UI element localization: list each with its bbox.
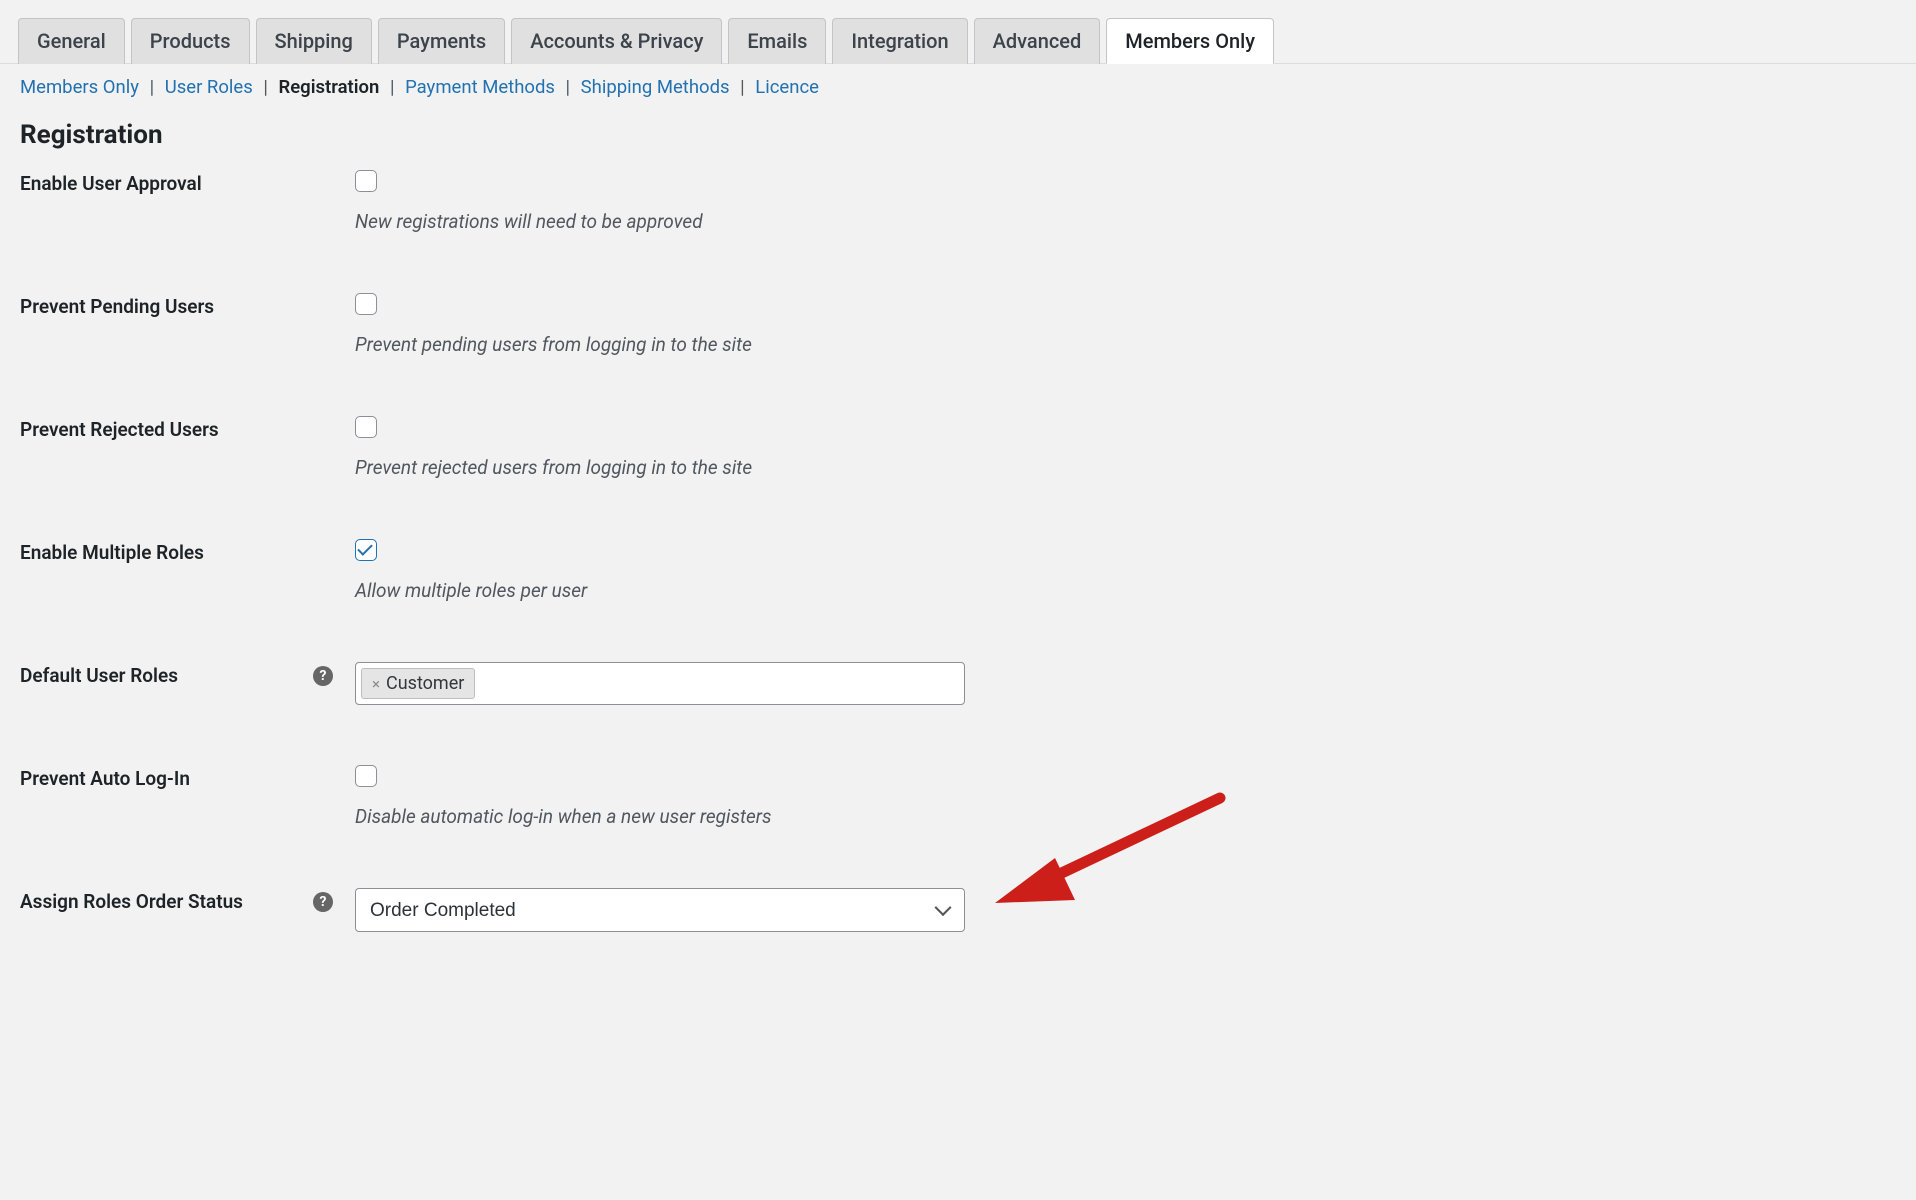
assign-roles-select-wrap: Order Completed [355,888,965,932]
label-text-default-user-roles: Default User Roles [20,664,178,687]
page-title: Registration [0,110,1916,170]
desc-prevent-rejected: Prevent rejected users from logging in t… [355,456,1896,479]
label-prevent-rejected: Prevent Rejected Users [20,416,355,441]
label-default-user-roles: Default User Roles ? [20,662,355,687]
subnav-user-roles[interactable]: User Roles [165,76,253,98]
subnav-members-only[interactable]: Members Only [20,76,139,98]
row-enable-user-approval: Enable User Approval New registrations w… [20,170,1896,233]
checkbox-prevent-pending[interactable] [355,293,377,315]
subnav: Members Only | User Roles | Registration… [0,64,1916,110]
remove-tag-icon[interactable]: × [372,675,380,693]
checkbox-prevent-rejected[interactable] [355,416,377,438]
subnav-shipping-methods[interactable]: Shipping Methods [581,76,730,98]
row-enable-multiple-roles: Enable Multiple Roles Allow multiple rol… [20,539,1896,602]
label-prevent-pending: Prevent Pending Users [20,293,355,318]
tab-advanced[interactable]: Advanced [974,18,1101,64]
role-tag-customer[interactable]: × Customer [361,668,475,699]
row-prevent-rejected: Prevent Rejected Users Prevent rejected … [20,416,1896,479]
tab-emails[interactable]: Emails [728,18,826,64]
subnav-separator: | [734,76,751,98]
tab-members-only[interactable]: Members Only [1106,18,1274,64]
label-assign-roles-order-status: Assign Roles Order Status ? [20,888,355,913]
checkbox-prevent-auto-login[interactable] [355,765,377,787]
label-text-assign-roles: Assign Roles Order Status [20,890,243,913]
subnav-separator: | [257,76,274,98]
checkbox-enable-multiple-roles[interactable] [355,539,377,561]
label-enable-user-approval: Enable User Approval [20,170,355,195]
tab-integration[interactable]: Integration [832,18,967,64]
help-icon[interactable]: ? [313,666,333,686]
assign-roles-order-status-select[interactable]: Order Completed [355,888,965,932]
desc-enable-user-approval: New registrations will need to be approv… [355,210,1896,233]
subnav-separator: | [560,76,577,98]
desc-prevent-auto-login: Disable automatic log-in when a new user… [355,805,1896,828]
subnav-separator: | [144,76,161,98]
checkbox-enable-user-approval[interactable] [355,170,377,192]
subnav-separator: | [384,76,401,98]
label-enable-multiple-roles: Enable Multiple Roles [20,539,355,564]
default-user-roles-input[interactable]: × Customer [355,662,965,705]
tab-shipping[interactable]: Shipping [256,18,372,64]
tab-payments[interactable]: Payments [378,18,505,64]
row-assign-roles-order-status: Assign Roles Order Status ? Order Comple… [20,888,1896,932]
tab-accounts-privacy[interactable]: Accounts & Privacy [511,18,722,64]
top-tabs: General Products Shipping Payments Accou… [0,0,1916,64]
row-default-user-roles: Default User Roles ? × Customer [20,662,1896,705]
label-prevent-auto-login: Prevent Auto Log-In [20,765,355,790]
help-icon[interactable]: ? [313,892,333,912]
settings-form: Enable User Approval New registrations w… [0,170,1916,932]
subnav-payment-methods[interactable]: Payment Methods [405,76,555,98]
tab-products[interactable]: Products [131,18,250,64]
row-prevent-auto-login: Prevent Auto Log-In Disable automatic lo… [20,765,1896,828]
row-prevent-pending: Prevent Pending Users Prevent pending us… [20,293,1896,356]
role-tag-label: Customer [386,673,464,694]
tab-general[interactable]: General [18,18,125,64]
desc-prevent-pending: Prevent pending users from logging in to… [355,333,1896,356]
subnav-registration[interactable]: Registration [278,76,379,98]
subnav-licence[interactable]: Licence [755,76,819,98]
desc-enable-multiple-roles: Allow multiple roles per user [355,579,1896,602]
